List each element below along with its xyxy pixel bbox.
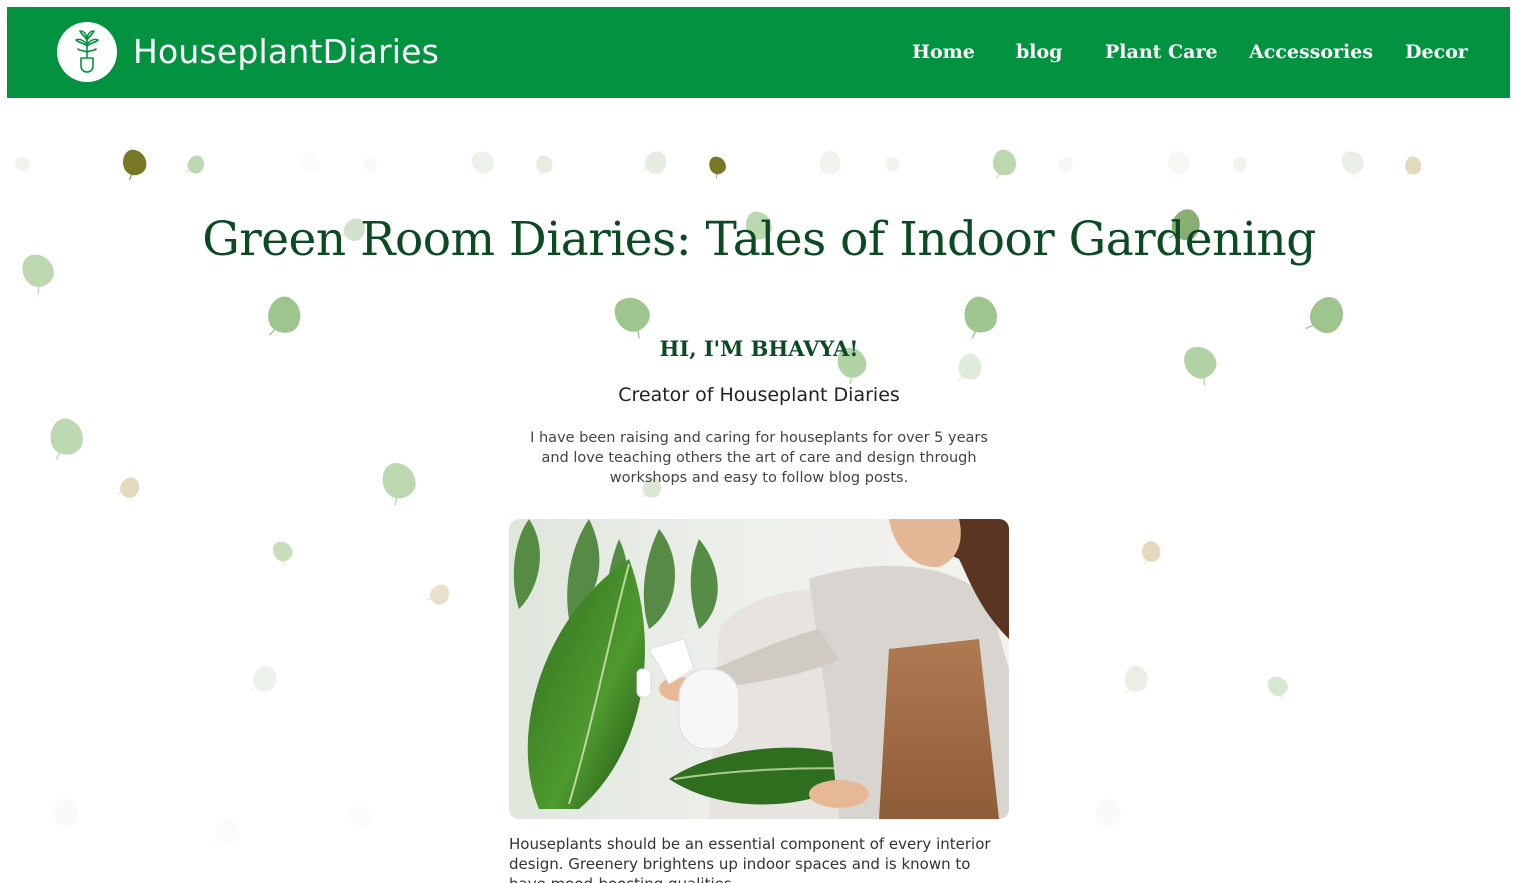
falling-leaf-icon — [1091, 795, 1125, 835]
falling-leaf-icon — [608, 290, 660, 343]
site-header: HouseplantDiaries Home blog Plant Care A… — [7, 7, 1510, 98]
falling-leaf-icon — [1165, 148, 1193, 180]
falling-leaf-icon — [183, 152, 208, 179]
falling-leaf-icon — [639, 147, 672, 181]
falling-leaf-icon — [535, 154, 554, 177]
falling-leaf-icon — [882, 153, 904, 177]
nav-home[interactable]: Home — [912, 41, 975, 63]
woman-watering-plant-photo — [509, 519, 1009, 819]
nav-accessories[interactable]: Accessories — [1249, 41, 1373, 63]
page-title: Green Room Diaries: Tales of Indoor Gard… — [202, 212, 1316, 267]
falling-leaf-icon — [121, 148, 149, 181]
intro-heading: HI, I'M BHAVYA! — [659, 336, 859, 361]
falling-leaf-icon — [1121, 663, 1151, 698]
falling-leaf-icon — [992, 149, 1017, 180]
nav-plant-care[interactable]: Plant Care — [1105, 41, 1218, 63]
falling-leaf-icon — [424, 580, 454, 611]
falling-leaf-icon — [1054, 154, 1077, 177]
falling-leaf-icon — [1229, 154, 1250, 177]
falling-leaf-icon — [247, 661, 282, 699]
plant-shovel-icon — [75, 30, 99, 73]
falling-leaf-icon — [1263, 672, 1294, 703]
logo-badge[interactable] — [57, 22, 117, 82]
falling-leaf-icon — [361, 155, 379, 176]
falling-leaf-icon — [346, 801, 376, 835]
intro-paragraph: I have been raising and caring for house… — [530, 430, 988, 486]
falling-leaf-icon — [467, 146, 501, 181]
falling-leaf-icon — [12, 153, 35, 177]
nav-blog[interactable]: blog — [1016, 41, 1062, 63]
nav-decor[interactable]: Decor — [1405, 41, 1468, 63]
intro-subtitle: Creator of Houseplant Diaries — [618, 384, 900, 406]
article-paragraph: Houseplants should be an essential compo… — [509, 835, 991, 883]
falling-leaf-icon — [269, 537, 298, 568]
falling-leaf-icon — [209, 814, 245, 853]
falling-leaf-icon — [963, 295, 999, 340]
falling-leaf-icon — [51, 797, 80, 833]
falling-leaf-icon — [50, 418, 84, 461]
falling-leaf-icon — [1337, 147, 1370, 181]
falling-leaf-icon — [706, 154, 729, 180]
falling-leaf-icon — [297, 149, 325, 179]
falling-leaf-icon — [1403, 155, 1423, 179]
falling-leaf-icon — [114, 473, 144, 504]
falling-leaf-icon — [815, 148, 844, 181]
falling-leaf-icon — [1140, 540, 1162, 566]
brand-name[interactable]: HouseplantDiaries — [133, 32, 439, 71]
falling-leaf-icon — [378, 458, 421, 508]
falling-leaf-icon — [263, 293, 304, 342]
